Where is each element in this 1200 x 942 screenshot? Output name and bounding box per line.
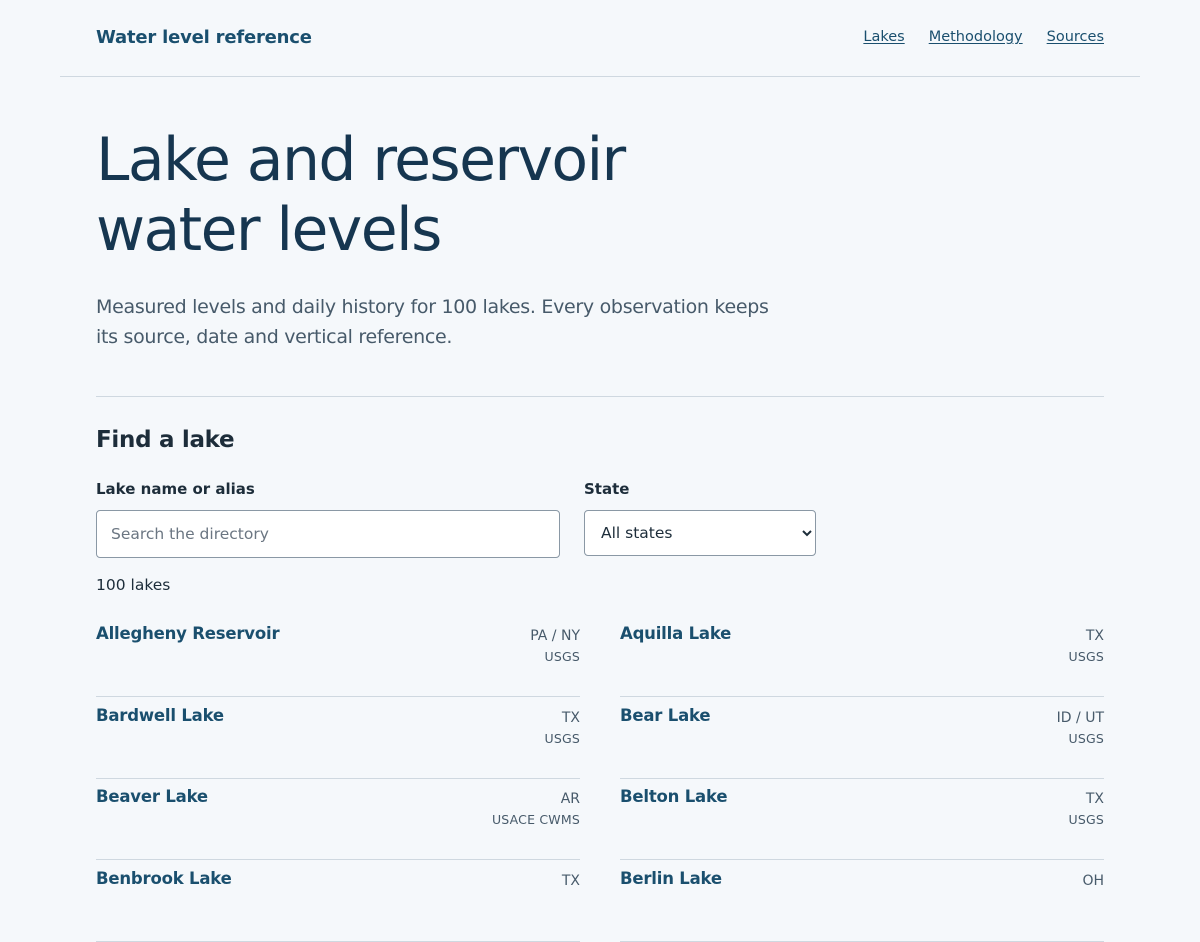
lake-state: TX [1085,628,1104,644]
lake-source: USGS [544,649,580,664]
lake-meta: TX USGS [1068,789,1104,831]
site-brand[interactable]: Water level reference [96,27,312,48]
state-label: State [584,480,630,498]
nav-link-sources[interactable]: Sources [1047,29,1104,45]
lake-list-item[interactable]: Beaver Lake AR USACE CWMS [96,778,580,860]
lake-list-item[interactable]: Bardwell Lake TX USGS [96,697,580,779]
lake-meta: PA / NY USGS [530,626,580,668]
lake-name-link[interactable]: Allegheny Reservoir [96,624,280,643]
lake-meta: TX USGS [1068,626,1104,668]
site-header: Water level reference Lakes Methodology … [60,0,1140,77]
lake-name-link[interactable]: Aquilla Lake [620,624,731,643]
lake-name-link[interactable]: Beaver Lake [96,787,208,806]
lake-source: USGS [544,731,580,746]
lake-source: USGS [1068,812,1104,827]
lake-name-link[interactable]: Berlin Lake [620,869,722,888]
section-divider [96,396,1104,397]
lake-meta: TX [562,871,580,891]
lake-meta: TX USGS [544,708,580,750]
lake-name-link[interactable]: Benbrook Lake [96,869,232,888]
lake-state: AR [560,791,580,807]
result-count: 100 lakes [96,576,171,594]
lake-state: OH [1082,873,1104,889]
nav-link-lakes[interactable]: Lakes [863,29,904,45]
lake-search-input[interactable] [96,510,560,558]
lake-list-item[interactable]: Belton Lake TX USGS [620,778,1104,860]
lake-state: TX [561,710,580,726]
state-select[interactable]: All states [584,510,816,556]
nav-link-methodology[interactable]: Methodology [929,29,1023,45]
lake-source: USACE CWMS [491,812,580,827]
lake-source: USGS [1068,731,1104,746]
lake-list-item[interactable]: Benbrook Lake TX [96,860,580,942]
lake-list-item[interactable]: Aquilla Lake TX USGS [620,615,1104,697]
lake-list-item[interactable]: Berlin Lake OH [620,860,1104,942]
lake-state: ID / UT [1056,710,1104,726]
lake-state: TX [1085,791,1104,807]
page-title: Lake and reservoir water levels [96,125,626,265]
search-label: Lake name or alias [96,480,255,498]
lake-list-item[interactable]: Bear Lake ID / UT USGS [620,697,1104,779]
lake-state: TX [561,873,580,889]
lake-state: PA / NY [530,628,580,644]
main-nav: Lakes Methodology Sources [863,29,1104,45]
lake-meta: ID / UT USGS [1057,708,1104,750]
finder-heading: Find a lake [96,427,235,453]
lake-meta: AR USACE CWMS [492,789,580,831]
lake-name-link[interactable]: Bardwell Lake [96,706,224,725]
lake-source: USGS [1068,649,1104,664]
lake-list-item[interactable]: Allegheny Reservoir PA / NY USGS [96,615,580,697]
lake-name-link[interactable]: Bear Lake [620,706,711,725]
lake-meta: OH [1082,871,1104,891]
page-intro: Measured levels and daily history for 10… [96,296,769,348]
lake-name-link[interactable]: Belton Lake [620,787,728,806]
